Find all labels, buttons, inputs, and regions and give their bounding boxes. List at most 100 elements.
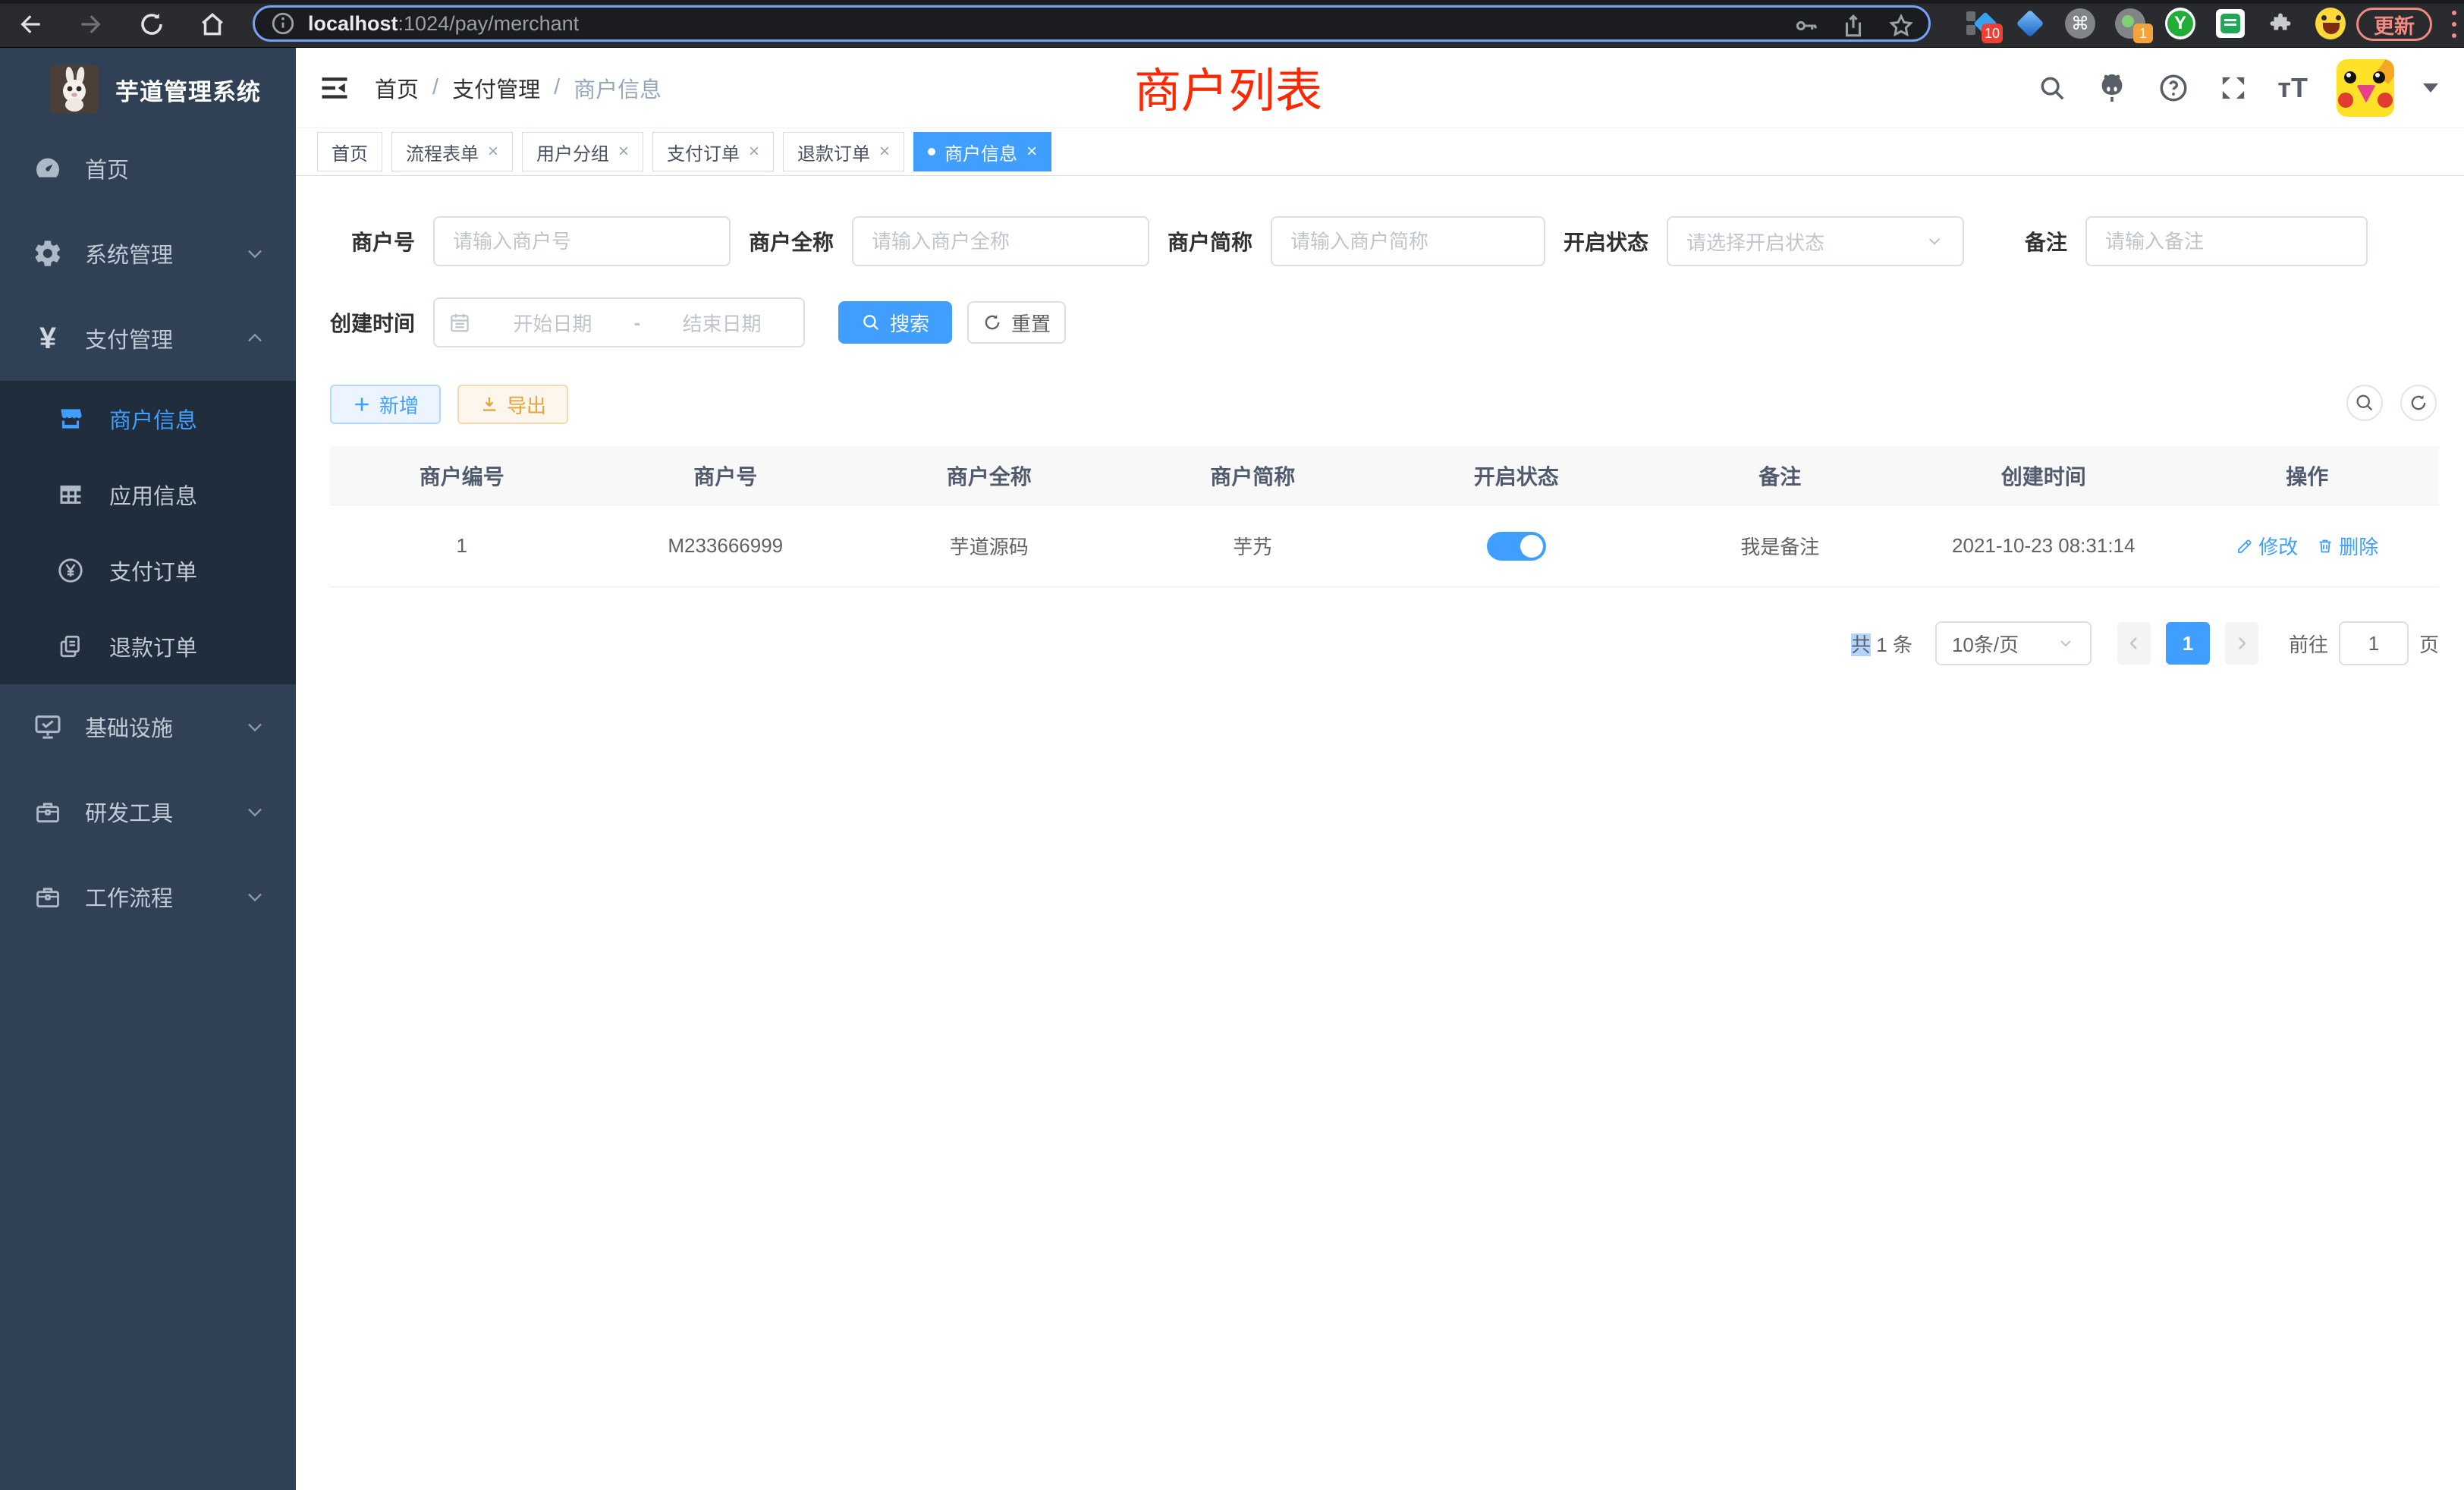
header-actions: ᴛT [2038,48,2438,127]
home-icon[interactable] [196,8,229,41]
sidebar-item-infrastructure[interactable]: 基础设施 [0,684,296,769]
next-page-button[interactable] [2225,622,2258,665]
sidebar: 芋道管理系统 首页 系统管理 ¥ 支付管理 [0,48,296,1490]
tab-refund-order[interactable]: 退款订单× [783,132,904,171]
browser-profile-avatar[interactable] [2315,8,2346,39]
cell-merchant-short: 芋艿 [1121,505,1385,586]
goto-page-input[interactable] [2339,621,2409,665]
chevron-down-icon [1925,231,1944,251]
chevron-down-icon [244,886,266,907]
chevron-left-icon [2125,634,2143,652]
y-extension-icon[interactable]: Y [2165,8,2195,39]
total-count: 共 1 条 [1851,630,1912,658]
export-button[interactable]: 导出 [457,385,568,424]
share-icon[interactable] [1840,13,1866,39]
reload-icon[interactable] [135,8,168,41]
sidebar-item-devtools[interactable]: 研发工具 [0,769,296,854]
profile-extension-icon[interactable]: 1 [2115,8,2145,39]
merchant-name-input[interactable] [852,216,1149,266]
tab-process-form[interactable]: 流程表单× [391,132,513,171]
sidebar-item-home[interactable]: 首页 [0,126,296,211]
create-time-range-picker[interactable]: 开始日期 - 结束日期 [433,297,805,347]
chevron-down-icon [244,243,266,264]
info-icon[interactable] [270,11,296,36]
url-bar[interactable]: localhost:1024/pay/merchant [253,5,1931,42]
toggle-search-button[interactable] [2346,385,2383,421]
add-button[interactable]: 新增 [330,385,441,424]
prev-page-button[interactable] [2117,622,2151,665]
close-icon[interactable]: × [879,141,890,162]
close-icon[interactable]: × [618,141,629,162]
sidebar-item-workflow[interactable]: 工作流程 [0,854,296,939]
font-size-icon[interactable]: ᴛT [2277,72,2308,104]
sidebar-item-app-info[interactable]: 应用信息 [0,457,296,533]
breadcrumb-home[interactable]: 首页 [375,72,419,104]
key-icon[interactable] [1793,13,1819,39]
remark-input[interactable] [2085,216,2368,266]
sketch-extension-icon[interactable]: 10 [1965,8,1995,39]
payment-submenu: 商户信息 应用信息 支付订单 [0,381,296,684]
tags-view-bar: 首页 流程表单× 用户分组× 支付订单× 退款订单× 商户信息× [296,127,2464,176]
search-icon[interactable] [2038,74,2066,102]
fullscreen-icon[interactable] [2218,73,2249,103]
close-icon[interactable]: × [749,141,759,162]
status-toggle[interactable] [1487,532,1546,561]
edit-link[interactable]: 修改 [2236,532,2298,560]
table-row: 1 M233666999 芋道源码 芋艿 我是备注 2021-10-23 08:… [330,505,2439,587]
sidebar-item-system[interactable]: 系统管理 [0,211,296,296]
breadcrumb-current: 商户信息 [574,72,662,104]
delete-link[interactable]: 删除 [2316,532,2378,560]
tab-home[interactable]: 首页 [317,132,382,171]
app-title: 芋道管理系统 [115,73,261,107]
pin-extension-icon[interactable] [2015,8,2045,39]
yen-circle-icon [56,556,85,585]
extensions-puzzle-icon[interactable] [2265,8,2296,39]
cell-merchant-name: 芋道源码 [857,505,1121,586]
chrome-menu-icon[interactable] [2450,11,2458,38]
page-number-1[interactable]: 1 [2166,622,2210,665]
search-button[interactable]: 搜索 [838,301,952,344]
user-avatar[interactable] [2337,59,2394,117]
status-select[interactable]: 请选择开启状态 [1667,216,1964,266]
chrome-update-button[interactable]: 更新 [2356,8,2432,41]
back-icon[interactable] [14,8,47,41]
calendar-icon [448,311,471,334]
github-icon[interactable] [2095,71,2129,105]
merchant-short-input[interactable] [1271,216,1545,266]
chevron-down-icon [244,716,266,737]
monitor-check-icon [32,711,64,743]
merchant-no-input[interactable] [433,216,731,266]
sidebar-item-pay-order[interactable]: 支付订单 [0,533,296,608]
tab-user-group[interactable]: 用户分组× [522,132,643,171]
sidebar-item-refund-order[interactable]: 退款订单 [0,608,296,684]
col-merchant-no: 商户号 [594,446,858,505]
tab-merchant-info[interactable]: 商户信息× [913,132,1051,171]
command-extension-icon[interactable]: ⌘ [2065,8,2095,39]
pagination: 共 1 条 10条/页 1 前往 页 [1851,618,2439,668]
close-icon[interactable]: × [488,141,498,162]
forward-icon[interactable] [74,8,108,41]
help-icon[interactable] [2158,72,2189,104]
app-logo[interactable]: 芋道管理系统 [0,48,296,131]
sidebar-collapse-icon[interactable] [317,71,352,105]
close-icon[interactable]: × [1026,141,1037,162]
cell-merchant-no: M233666999 [594,505,858,586]
star-icon[interactable] [1887,12,1915,39]
breadcrumb-payment[interactable]: 支付管理 [452,72,540,104]
extension-badge: 10 [1982,24,2003,43]
tab-pay-order[interactable]: 支付订单× [652,132,774,171]
filter-row-2: 创建时间 开始日期 - 结束日期 搜索 重置 [330,297,1066,347]
reset-button[interactable]: 重置 [967,301,1066,344]
merchant-name-label: 商户全称 [749,226,834,256]
col-merchant-short: 商户简称 [1121,446,1385,505]
refresh-table-button[interactable] [2400,385,2437,421]
page-size-select[interactable]: 10条/页 [1935,621,2092,665]
col-create-time: 创建时间 [1912,446,2176,505]
chat-extension-icon[interactable] [2215,8,2246,39]
sidebar-item-merchant-info[interactable]: 商户信息 [0,381,296,457]
main-content: 商户列表 首页 / 支付管理 / 商户信息 [296,48,2464,1490]
table-toolbar: 新增 导出 [330,385,568,424]
plus-icon [352,395,372,414]
user-menu-caret-icon[interactable] [2423,83,2438,93]
sidebar-item-payment[interactable]: ¥ 支付管理 [0,296,296,381]
